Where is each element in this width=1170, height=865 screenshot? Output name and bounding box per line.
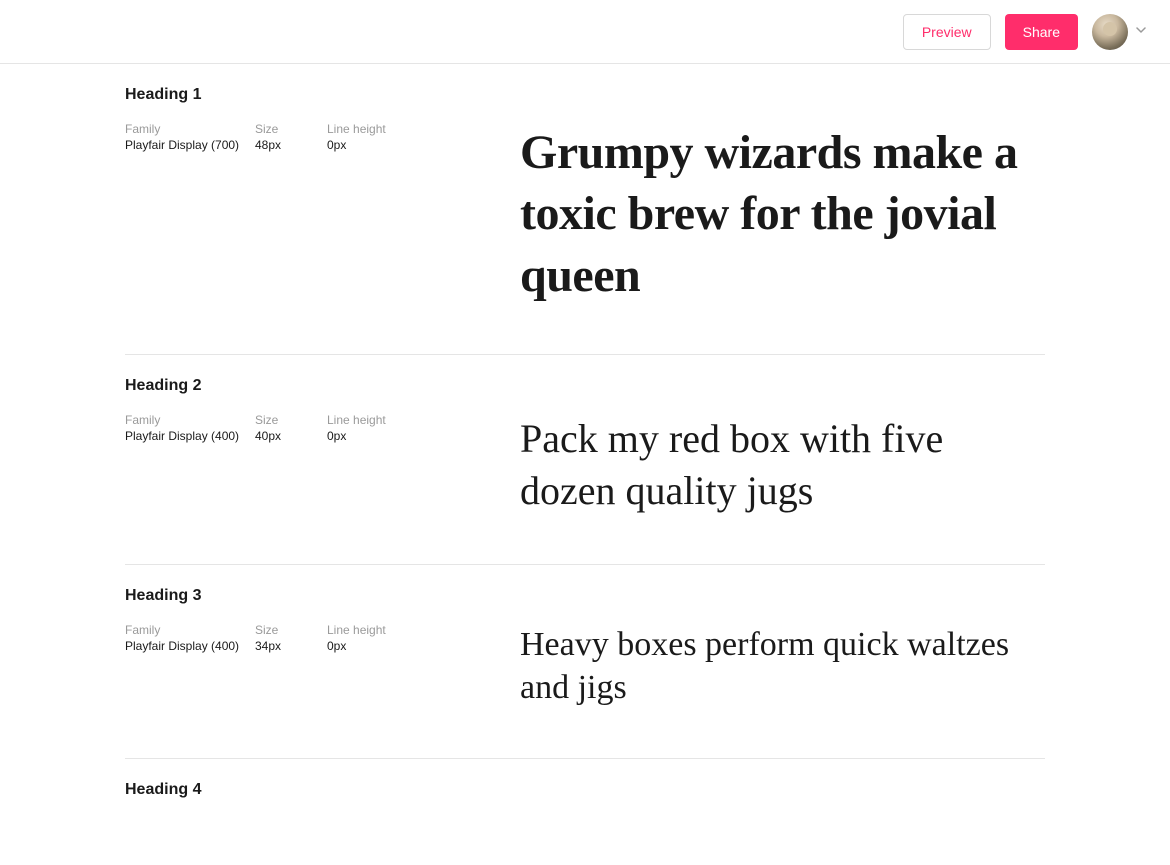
type-section: Heading 3 Family Playfair Display (400) … (125, 587, 1045, 759)
section-title: Heading 1 (125, 86, 1045, 104)
meta-value-lineheight: 0px (327, 639, 417, 653)
sample-text[interactable]: Heavy boxes perform quick waltzes and ji… (520, 623, 1045, 710)
meta-value-size: 40px (255, 429, 327, 443)
section-title: Heading 2 (125, 377, 1045, 395)
meta-label-size: Size (255, 623, 327, 637)
meta-value-size: 34px (255, 639, 327, 653)
sample-text[interactable]: Grumpy wizards make a toxic brew for the… (520, 122, 1045, 306)
avatar (1092, 14, 1128, 50)
meta-label-family: Family (125, 122, 255, 136)
meta-label-family: Family (125, 623, 255, 637)
app-header: Preview Share (0, 0, 1170, 64)
meta-label-lineheight: Line height (327, 623, 417, 637)
typography-list: Heading 1 Family Playfair Display (700) … (0, 64, 1170, 865)
meta-value-family: Playfair Display (400) (125, 429, 255, 443)
section-title: Heading 4 (125, 781, 1045, 799)
meta-value-lineheight: 0px (327, 429, 417, 443)
meta-value-lineheight: 0px (327, 138, 417, 152)
meta-label-family: Family (125, 413, 255, 427)
meta-label-lineheight: Line height (327, 413, 417, 427)
sample-text[interactable]: Pack my red box with five dozen quality … (520, 413, 1045, 515)
user-menu[interactable] (1092, 14, 1146, 50)
meta-value-family: Playfair Display (700) (125, 138, 255, 152)
preview-button[interactable]: Preview (903, 14, 991, 50)
chevron-down-icon (1136, 27, 1146, 37)
meta-label-size: Size (255, 122, 327, 136)
share-button[interactable]: Share (1005, 14, 1078, 50)
type-section: Heading 1 Family Playfair Display (700) … (125, 86, 1045, 355)
meta-value-size: 48px (255, 138, 327, 152)
meta-label-lineheight: Line height (327, 122, 417, 136)
type-section: Heading 2 Family Playfair Display (400) … (125, 377, 1045, 564)
type-section: Heading 4 (125, 781, 1045, 865)
meta-label-size: Size (255, 413, 327, 427)
section-title: Heading 3 (125, 587, 1045, 605)
meta-value-family: Playfair Display (400) (125, 639, 255, 653)
